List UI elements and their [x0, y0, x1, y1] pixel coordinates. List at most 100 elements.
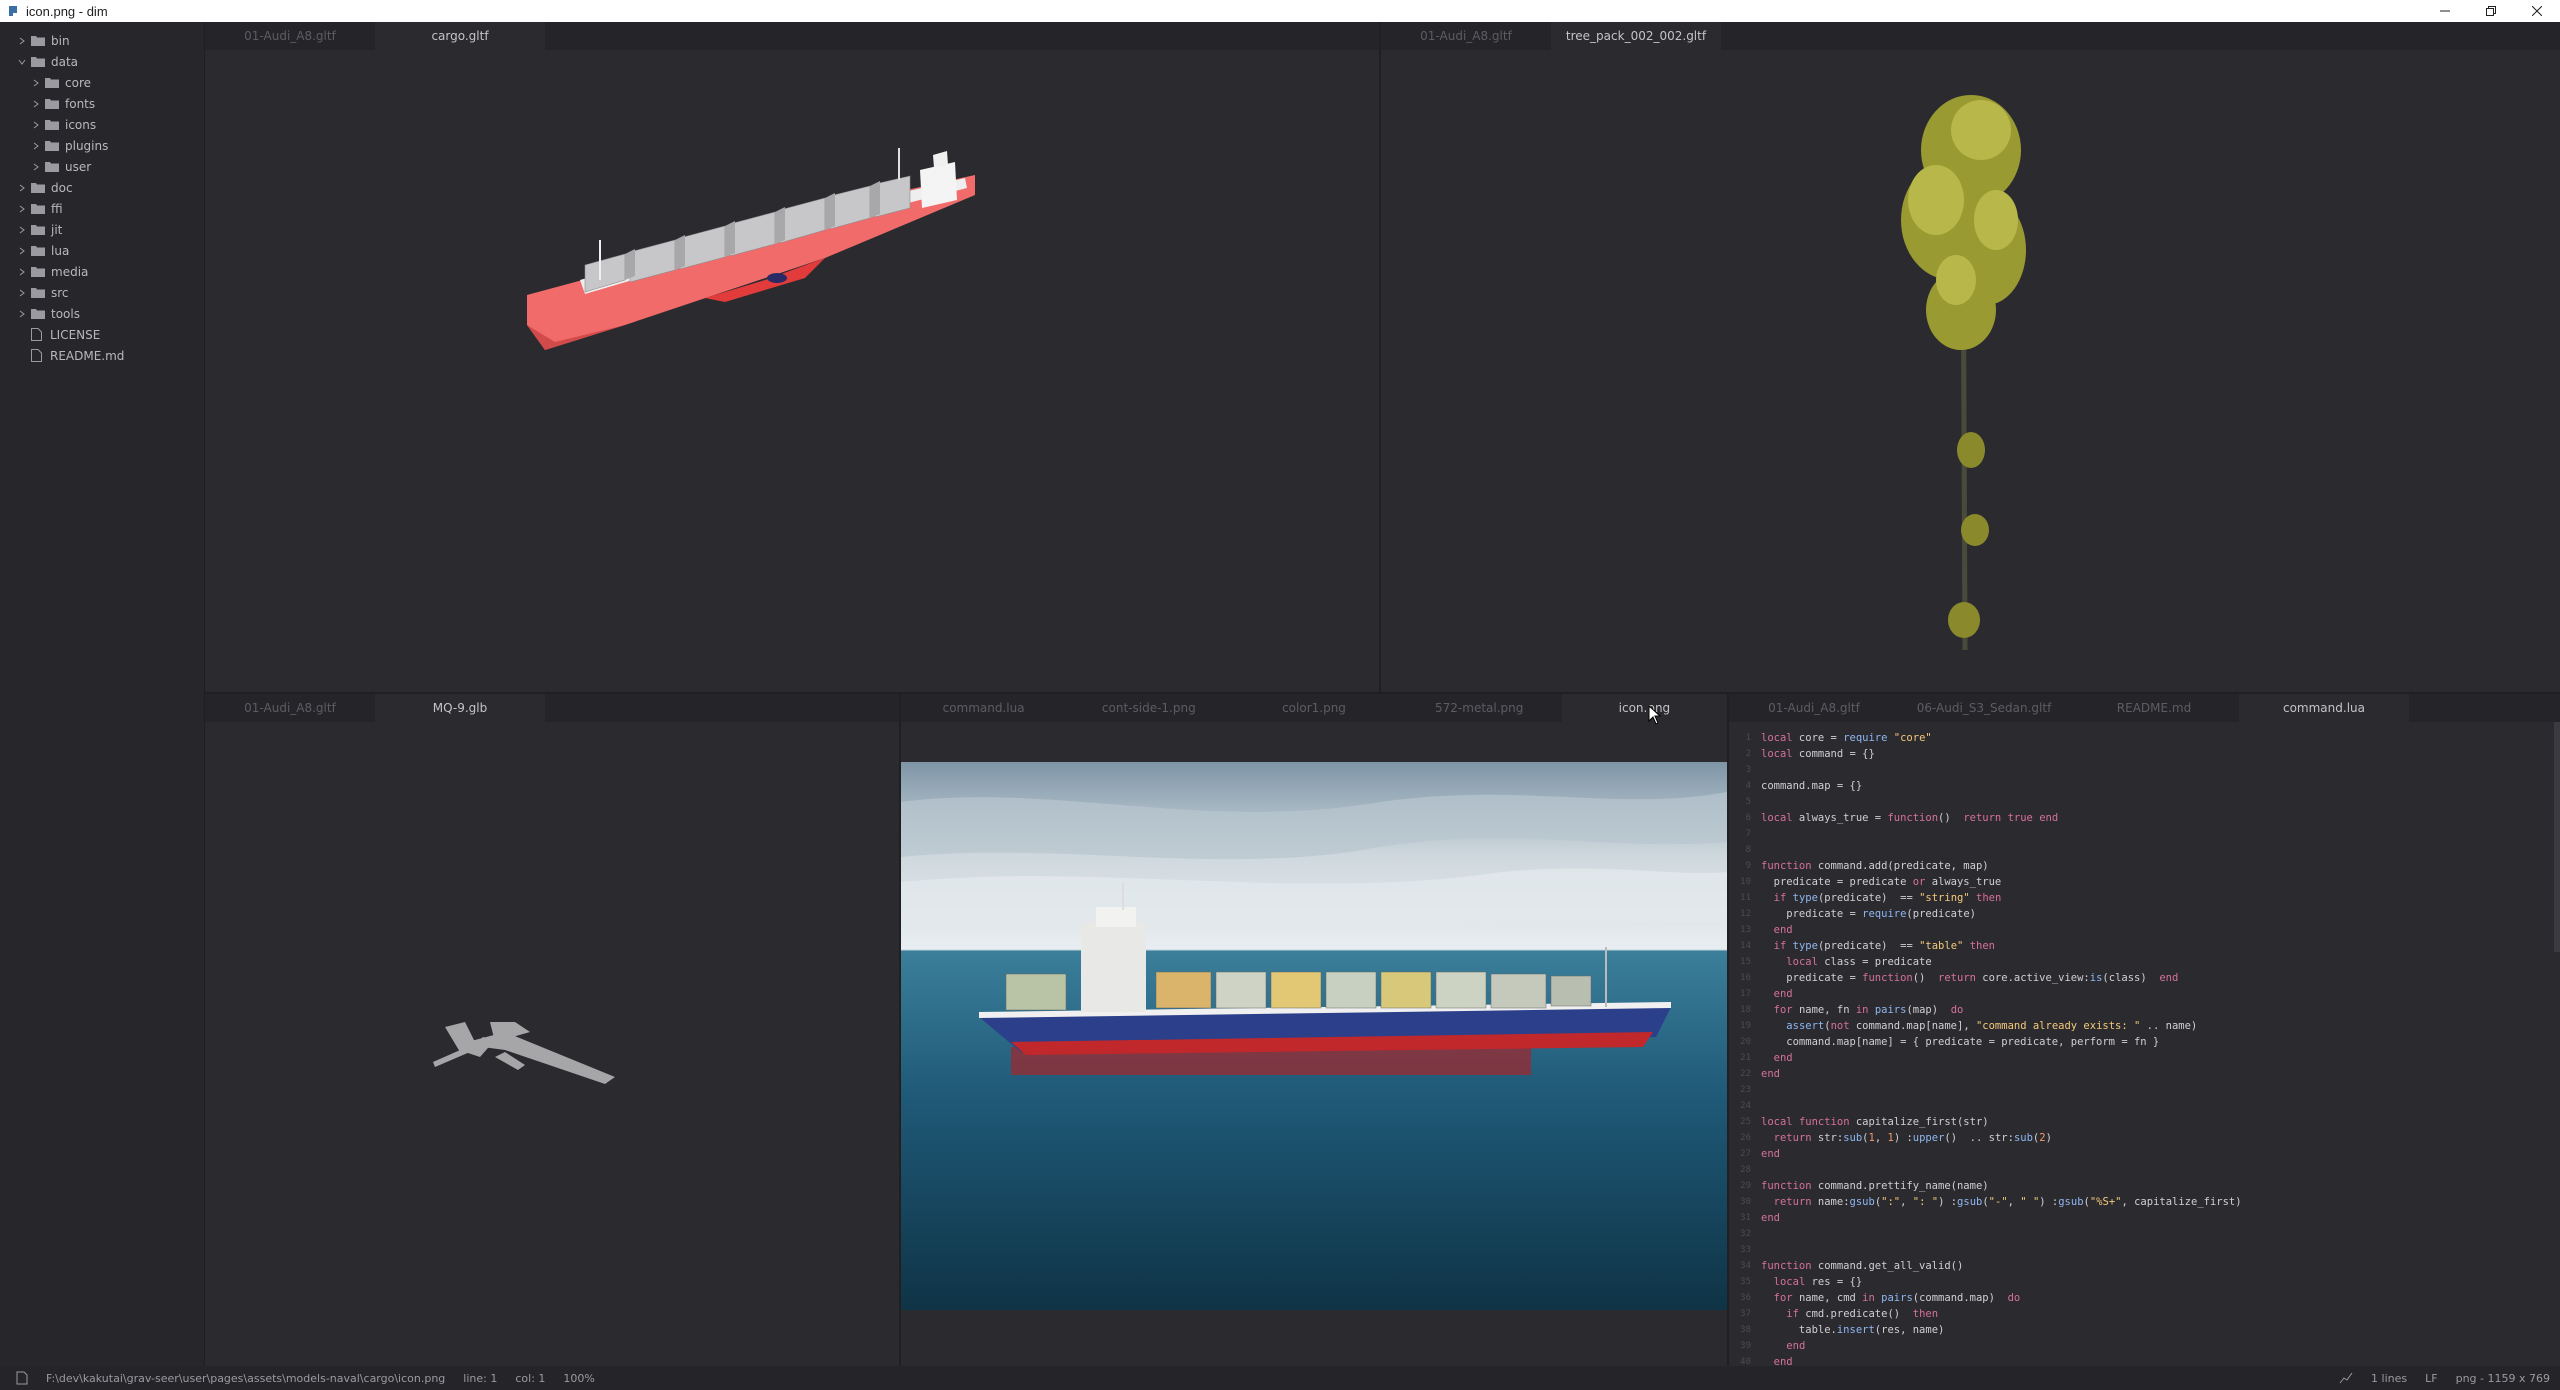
code-line[interactable]: 4 command.map = {} — [1729, 778, 2560, 794]
tree-item-fonts[interactable]: fonts — [0, 93, 204, 114]
tree-item-jit[interactable]: jit — [0, 219, 204, 240]
model-viewport-cargo[interactable] — [205, 50, 1379, 692]
tree-item-bin[interactable]: bin — [0, 30, 204, 51]
code-line[interactable]: 12 predicate = require(predicate) — [1729, 906, 2560, 922]
code-line[interactable]: 40 end — [1729, 1354, 2560, 1366]
splitter-bottom-2[interactable] — [1727, 694, 1729, 1366]
chevron-right-icon[interactable] — [16, 35, 28, 47]
tab-command-lua-mid[interactable]: command.lua — [901, 694, 1066, 722]
splitter-middle[interactable] — [205, 692, 2560, 694]
tab-01-audi-a8[interactable]: 01-Audi_A8.gltf — [205, 22, 375, 50]
chevron-right-icon[interactable] — [30, 77, 42, 89]
tree-item-user[interactable]: user — [0, 156, 204, 177]
tab-cargo-gltf[interactable]: cargo.gltf — [375, 22, 545, 50]
tree-item-readme-md[interactable]: README.md — [0, 345, 204, 366]
tab-color1[interactable]: color1.png — [1231, 694, 1396, 722]
minimize-button[interactable] — [2422, 0, 2468, 22]
restore-button[interactable] — [2468, 0, 2514, 22]
tree-item-icons[interactable]: icons — [0, 114, 204, 135]
code-line[interactable]: 11 if type(predicate) == "string" then — [1729, 890, 2560, 906]
tree-item-data[interactable]: data — [0, 51, 204, 72]
tab-01-audi-a8-br[interactable]: 01-Audi_A8.gltf — [1729, 694, 1899, 722]
tree-item-plugins[interactable]: plugins — [0, 135, 204, 156]
code-line[interactable]: 35 local res = {} — [1729, 1274, 2560, 1290]
chevron-right-icon[interactable] — [30, 161, 42, 173]
code-line[interactable]: 22 end — [1729, 1066, 2560, 1082]
chevron-right-icon[interactable] — [16, 308, 28, 320]
tree-item-doc[interactable]: doc — [0, 177, 204, 198]
code-line[interactable]: 39 end — [1729, 1338, 2560, 1354]
code-line[interactable]: 38 table.insert(res, name) — [1729, 1322, 2560, 1338]
tab-01-audi-a8-bl[interactable]: 01-Audi_A8.gltf — [205, 694, 375, 722]
code-line[interactable]: 9 function command.add(predicate, map) — [1729, 858, 2560, 874]
chevron-right-icon[interactable] — [16, 287, 28, 299]
image-viewport[interactable] — [901, 722, 1727, 1366]
tab-icon-png[interactable]: icon.png — [1561, 694, 1728, 722]
code-line[interactable]: 31 end — [1729, 1210, 2560, 1226]
code-line[interactable]: 15 local class = predicate — [1729, 954, 2560, 970]
tab-06-audi-s3[interactable]: 06-Audi_S3_Sedan.gltf — [1899, 694, 2069, 722]
tab-cont-side-1[interactable]: cont-side-1.png — [1066, 694, 1231, 722]
tree-item-license[interactable]: LICENSE — [0, 324, 204, 345]
code-line[interactable]: 37 if cmd.predicate() then — [1729, 1306, 2560, 1322]
code-line[interactable]: 17 end — [1729, 986, 2560, 1002]
code-line[interactable]: 30 return name:gsub(":", ": ") :gsub("-"… — [1729, 1194, 2560, 1210]
tab-tree-pack[interactable]: tree_pack_002_002.gltf — [1551, 22, 1721, 50]
chevron-right-icon[interactable] — [30, 140, 42, 152]
chevron-right-icon[interactable] — [30, 119, 42, 131]
tab-01-audi-a8-right[interactable]: 01-Audi_A8.gltf — [1381, 22, 1551, 50]
chevron-right-icon[interactable] — [16, 182, 28, 194]
tree-item-media[interactable]: media — [0, 261, 204, 282]
model-viewport-drone[interactable] — [205, 722, 899, 1366]
code-line[interactable]: 8 — [1729, 842, 2560, 858]
editor-scrollbar[interactable] — [2554, 722, 2560, 952]
code-editor[interactable]: 1 local core = require "core" 2 local comma… — [1729, 722, 2560, 1366]
code-line[interactable]: 13 end — [1729, 922, 2560, 938]
tree-item-lua[interactable]: lua — [0, 240, 204, 261]
chevron-right-icon[interactable] — [16, 245, 28, 257]
code-line[interactable]: 27 end — [1729, 1146, 2560, 1162]
code-line[interactable]: 5 — [1729, 794, 2560, 810]
code-line[interactable]: 28 — [1729, 1162, 2560, 1178]
code-line[interactable]: 6 local always_true = function() return t… — [1729, 810, 2560, 826]
code-line[interactable]: 23 — [1729, 1082, 2560, 1098]
code-line[interactable]: 7 — [1729, 826, 2560, 842]
tree-item-core[interactable]: core — [0, 72, 204, 93]
chevron-right-icon[interactable] — [16, 224, 28, 236]
tab-readme[interactable]: README.md — [2069, 694, 2239, 722]
chevron-right-icon[interactable] — [16, 203, 28, 215]
tab-572-metal[interactable]: 572-metal.png — [1397, 694, 1562, 722]
chevron-right-icon[interactable] — [30, 98, 42, 110]
code-line[interactable]: 16 predicate = function() return core.ac… — [1729, 970, 2560, 986]
tab-command-lua[interactable]: command.lua — [2239, 694, 2409, 722]
chevron-down-icon[interactable] — [16, 56, 28, 68]
close-button[interactable] — [2514, 0, 2560, 22]
tree-item-tools[interactable]: tools — [0, 303, 204, 324]
code-line[interactable]: 29 function command.prettify_name(name) — [1729, 1178, 2560, 1194]
tab-mq9[interactable]: MQ-9.glb — [375, 694, 545, 722]
code-line[interactable]: 19 assert(not command.map[name], "comman… — [1729, 1018, 2560, 1034]
code-line[interactable]: 18 for name, fn in pairs(map) do — [1729, 1002, 2560, 1018]
code-line[interactable]: 21 end — [1729, 1050, 2560, 1066]
chart-icon[interactable] — [2339, 1372, 2353, 1384]
code-line[interactable]: 2 local command = {} — [1729, 746, 2560, 762]
splitter-top[interactable] — [1379, 22, 1381, 692]
code-line[interactable]: 3 — [1729, 762, 2560, 778]
code-line[interactable]: 26 return str:sub(1, 1) :upper() .. str:… — [1729, 1130, 2560, 1146]
model-viewport-tree[interactable] — [1381, 50, 2560, 692]
code-line[interactable]: 14 if type(predicate) == "table" then — [1729, 938, 2560, 954]
code-line[interactable]: 10 predicate = predicate or always_true — [1729, 874, 2560, 890]
code-line[interactable]: 36 for name, cmd in pairs(command.map) d… — [1729, 1290, 2560, 1306]
code-line[interactable]: 25 local function capitalize_first(str) — [1729, 1114, 2560, 1130]
splitter-bottom-1[interactable] — [899, 694, 901, 1366]
chevron-right-icon[interactable] — [16, 266, 28, 278]
code-line[interactable]: 20 command.map[name] = { predicate = pre… — [1729, 1034, 2560, 1050]
tree-item-ffi[interactable]: ffi — [0, 198, 204, 219]
code-line[interactable]: 34 function command.get_all_valid() — [1729, 1258, 2560, 1274]
code-line[interactable]: 32 — [1729, 1226, 2560, 1242]
code-line[interactable]: 33 — [1729, 1242, 2560, 1258]
line-number: 27 — [1740, 1149, 1751, 1159]
code-line[interactable]: 1 local core = require "core" — [1729, 730, 2560, 746]
code-line[interactable]: 24 — [1729, 1098, 2560, 1114]
tree-item-src[interactable]: src — [0, 282, 204, 303]
